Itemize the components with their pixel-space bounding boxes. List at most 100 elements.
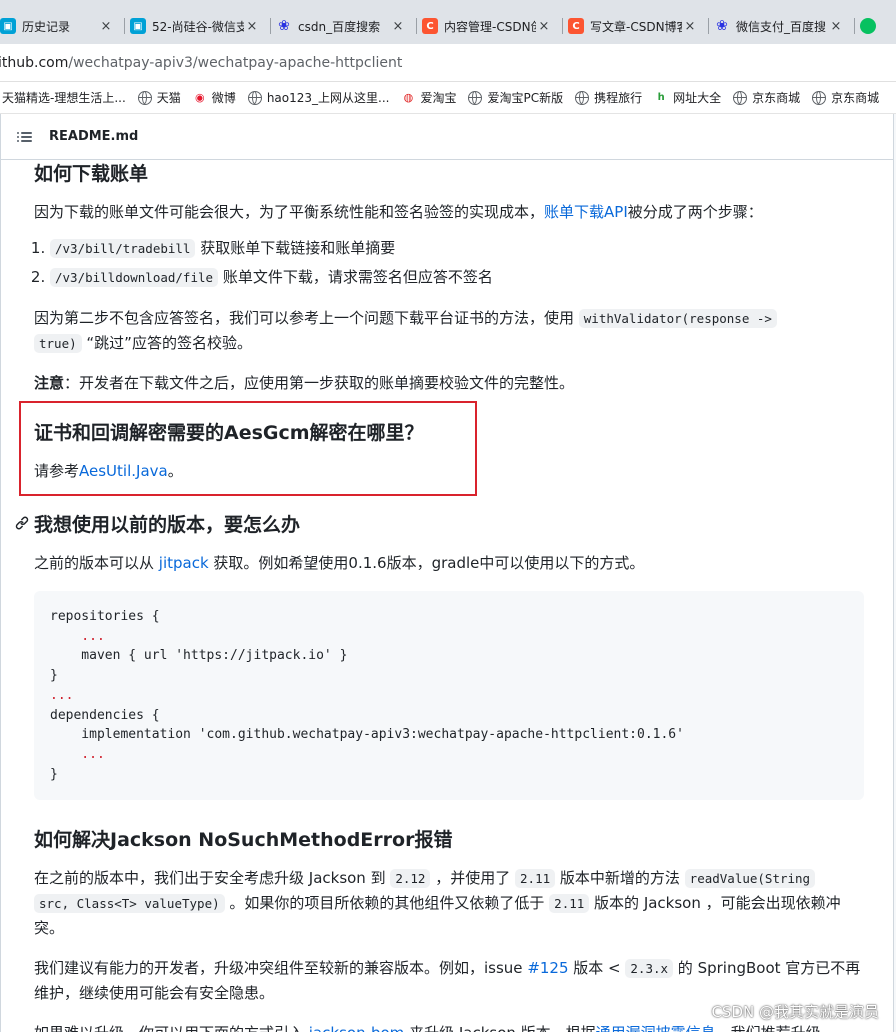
text: ：开发者在下载文件之后，应使用第一步获取的账单摘要校验文件的完整性。: [64, 374, 575, 392]
bill-steps-list: /v3/bill/tradebill 获取账单下载链接和账单摘要 /v3/bil…: [34, 234, 864, 292]
tab-csdn-content[interactable]: C 内容管理-CSDN创 ×: [416, 8, 562, 44]
globe-icon: [247, 90, 262, 105]
anchor-link-icon[interactable]: [14, 515, 30, 531]
bookmark-jd-2[interactable]: 京东商城: [806, 89, 885, 106]
inline-code: /v3/billdownload/file: [50, 268, 219, 287]
code-line: repositories {: [50, 609, 160, 624]
code-line: }: [50, 668, 58, 684]
text: 请参考: [34, 462, 80, 480]
text: 我们建议有能力的开发者，升级冲突组件至较新的兼容版本。例如，issue: [34, 959, 528, 977]
tab-csdn-write[interactable]: C 写文章-CSDN博客 ×: [562, 8, 708, 44]
tab-title: 微信支付_百度搜: [736, 19, 827, 34]
jackson-paragraph-2: 我们建议有能力的开发者，升级冲突组件至较新的兼容版本。例如，issue #125…: [34, 956, 864, 1005]
bilibili-icon: ▣: [130, 18, 146, 34]
tab-bilibili-video[interactable]: ▣ 52-尚硅谷-微信支 ×: [124, 8, 270, 44]
url-host: ithub.com: [0, 54, 69, 71]
page-viewport: README.md 如何下载账单 因为下载的账单文件可能会很大，为了平衡系统性能…: [0, 114, 896, 1032]
tab-history[interactable]: ▣ 历史记录 ×: [0, 8, 124, 44]
heading-old-version: 我想使用以前的版本，要怎么办: [34, 514, 301, 536]
tab-title: csdn_百度搜索: [298, 19, 381, 34]
text: 版本 <: [568, 959, 626, 977]
tab-partial[interactable]: [854, 8, 894, 44]
text: 版本中新增的方法: [555, 869, 685, 887]
note-label: 注意: [34, 374, 65, 392]
inline-code: 2.11: [549, 894, 590, 913]
bookmark-hao123[interactable]: hao123_上网从这里...: [242, 89, 396, 106]
jitpack-link[interactable]: jitpack: [159, 554, 209, 572]
tab-title: 历史记录: [22, 19, 71, 34]
aes-paragraph: 请参考AesUtil.Java。: [34, 459, 864, 483]
close-icon[interactable]: ×: [98, 19, 114, 34]
heading-aesgcm: 证书和回调解密需要的AesGcm解密在哪里？: [34, 422, 424, 444]
baidu-paw-icon: ❀: [278, 18, 290, 34]
text: 在之前的版本中，我们出于安全考虑升级 Jackson 到: [34, 869, 391, 887]
url-text[interactable]: ithub.com/wechatpay-apiv3/wechatpay-apac…: [0, 55, 402, 71]
text: 获取。例如希望使用0.1.6版本，gradle中可以使用以下的方式。: [208, 554, 645, 572]
close-icon[interactable]: ×: [536, 19, 552, 34]
hao-icon: h: [657, 92, 665, 103]
aesutil-link[interactable]: AesUtil.Java: [79, 462, 168, 480]
bookmark-aitaobao-pc[interactable]: 爱淘宝PC新版: [462, 89, 569, 106]
tab-baidu-wechatpay[interactable]: ❀ 微信支付_百度搜 ×: [708, 8, 854, 44]
weibo-icon: ◉: [194, 91, 205, 104]
bookmark-aitaobao[interactable]: ◍ 爱淘宝: [395, 89, 462, 106]
text: “跳过”应答的签名校验。: [81, 334, 252, 352]
tab-baidu-csdn[interactable]: ❀ csdn_百度搜索 ×: [270, 8, 416, 44]
inline-code: readValue(String: [684, 869, 816, 888]
close-icon[interactable]: ×: [390, 19, 406, 34]
readme-header: README.md: [1, 114, 893, 160]
gradle-code-block[interactable]: repositories { ... maven { url 'https://…: [34, 591, 864, 800]
close-icon[interactable]: ×: [682, 19, 698, 34]
text: ，我们推荐升级: [716, 1024, 821, 1032]
text: 之前的版本可以从: [34, 554, 159, 572]
jackson-bom-link[interactable]: jackson-bom: [309, 1024, 405, 1032]
list-item: /v3/bill/tradebill 获取账单下载链接和账单摘要: [50, 234, 864, 263]
list-item: /v3/billdownload/file 账单文件下载，请求需签名但应答不签名: [50, 263, 864, 292]
code-line: ...: [50, 746, 105, 762]
inline-code: src, Class<T> valueType): [34, 894, 225, 913]
bill-validator-paragraph: 因为第二步不包含应答签名，我们可以参考上一个问题下载平台证书的方法，使用 wit…: [34, 306, 864, 356]
close-icon[interactable]: ×: [244, 19, 260, 34]
address-bar[interactable]: ithub.com/wechatpay-apiv3/wechatpay-apac…: [0, 44, 896, 82]
close-icon[interactable]: ×: [828, 19, 844, 34]
url-path: /wechatpay-apiv3/wechatpay-apache-httpcl…: [68, 54, 403, 71]
code-line: }: [50, 766, 58, 782]
wechat-icon: [860, 18, 876, 34]
code-line: ...: [50, 628, 105, 644]
code-line: maven { url 'https://jitpack.io' }: [50, 648, 348, 664]
inline-code: true): [34, 334, 82, 353]
text: 来升级 Jackson 版本，根据: [404, 1024, 596, 1032]
jackson-paragraph-1: 在之前的版本中，我们出于安全考虑升级 Jackson 到 2.12 ，并使用了 …: [34, 866, 864, 940]
code-line: dependencies {: [50, 707, 160, 723]
bookmark-label: 爱淘宝: [420, 91, 457, 105]
bookmark-weibo[interactable]: ◉ 微博: [187, 89, 242, 106]
outline-list-icon[interactable]: [17, 129, 33, 145]
bookmark-hao-daquan[interactable]: h 网址大全: [648, 89, 727, 106]
bookmark-ctrip[interactable]: 携程旅行: [569, 89, 648, 106]
bookmark-label: 京东商城: [831, 91, 880, 105]
text: 获取账单下载链接和账单摘要: [195, 239, 396, 257]
bookmark-label: 携程旅行: [594, 91, 643, 105]
csdn-icon: C: [568, 18, 584, 34]
globe-icon: [733, 90, 748, 105]
bookmark-label: hao123_上网从这里...: [266, 91, 390, 105]
bookmark-tmall-select[interactable]: 天猫精选-理想生活上...: [0, 89, 132, 106]
csdn-watermark: CSDN @我其实就是演员: [711, 1003, 879, 1021]
issue-125-link[interactable]: #125: [527, 959, 568, 977]
heading-bill-download: 如何下载账单: [34, 163, 149, 185]
code-line: implementation 'com.github.wechatpay-api…: [50, 727, 684, 743]
bill-download-api-link[interactable]: 账单下载API: [544, 203, 628, 221]
cve-info-link[interactable]: 通用漏洞披露信息: [596, 1024, 716, 1032]
bookmark-jd[interactable]: 京东商城: [727, 89, 806, 106]
bill-intro-paragraph: 因为下载的账单文件可能会很大，为了平衡系统性能和签名验签的实现成本，账单下载AP…: [34, 200, 864, 224]
text: 。如果你的项目所依赖的其他组件又依赖了低于: [224, 894, 550, 912]
globe-icon: [468, 90, 483, 105]
jackson-paragraph-3: 如果难以升级，你可以用下面的方式引入 jackson-bom 来升级 Jacks…: [34, 1021, 864, 1032]
globe-icon: [137, 90, 152, 105]
text: 如果难以升级，你可以用下面的方式引入: [34, 1024, 309, 1032]
bookmark-tmall[interactable]: 天猫: [132, 89, 187, 106]
readme-container: README.md 如何下载账单 因为下载的账单文件可能会很大，为了平衡系统性能…: [0, 114, 894, 1032]
tab-title: 52-尚硅谷-微信支: [152, 19, 244, 34]
text: 被分成了两个步骤：: [627, 203, 763, 221]
inline-code: /v3/bill/tradebill: [50, 239, 196, 258]
